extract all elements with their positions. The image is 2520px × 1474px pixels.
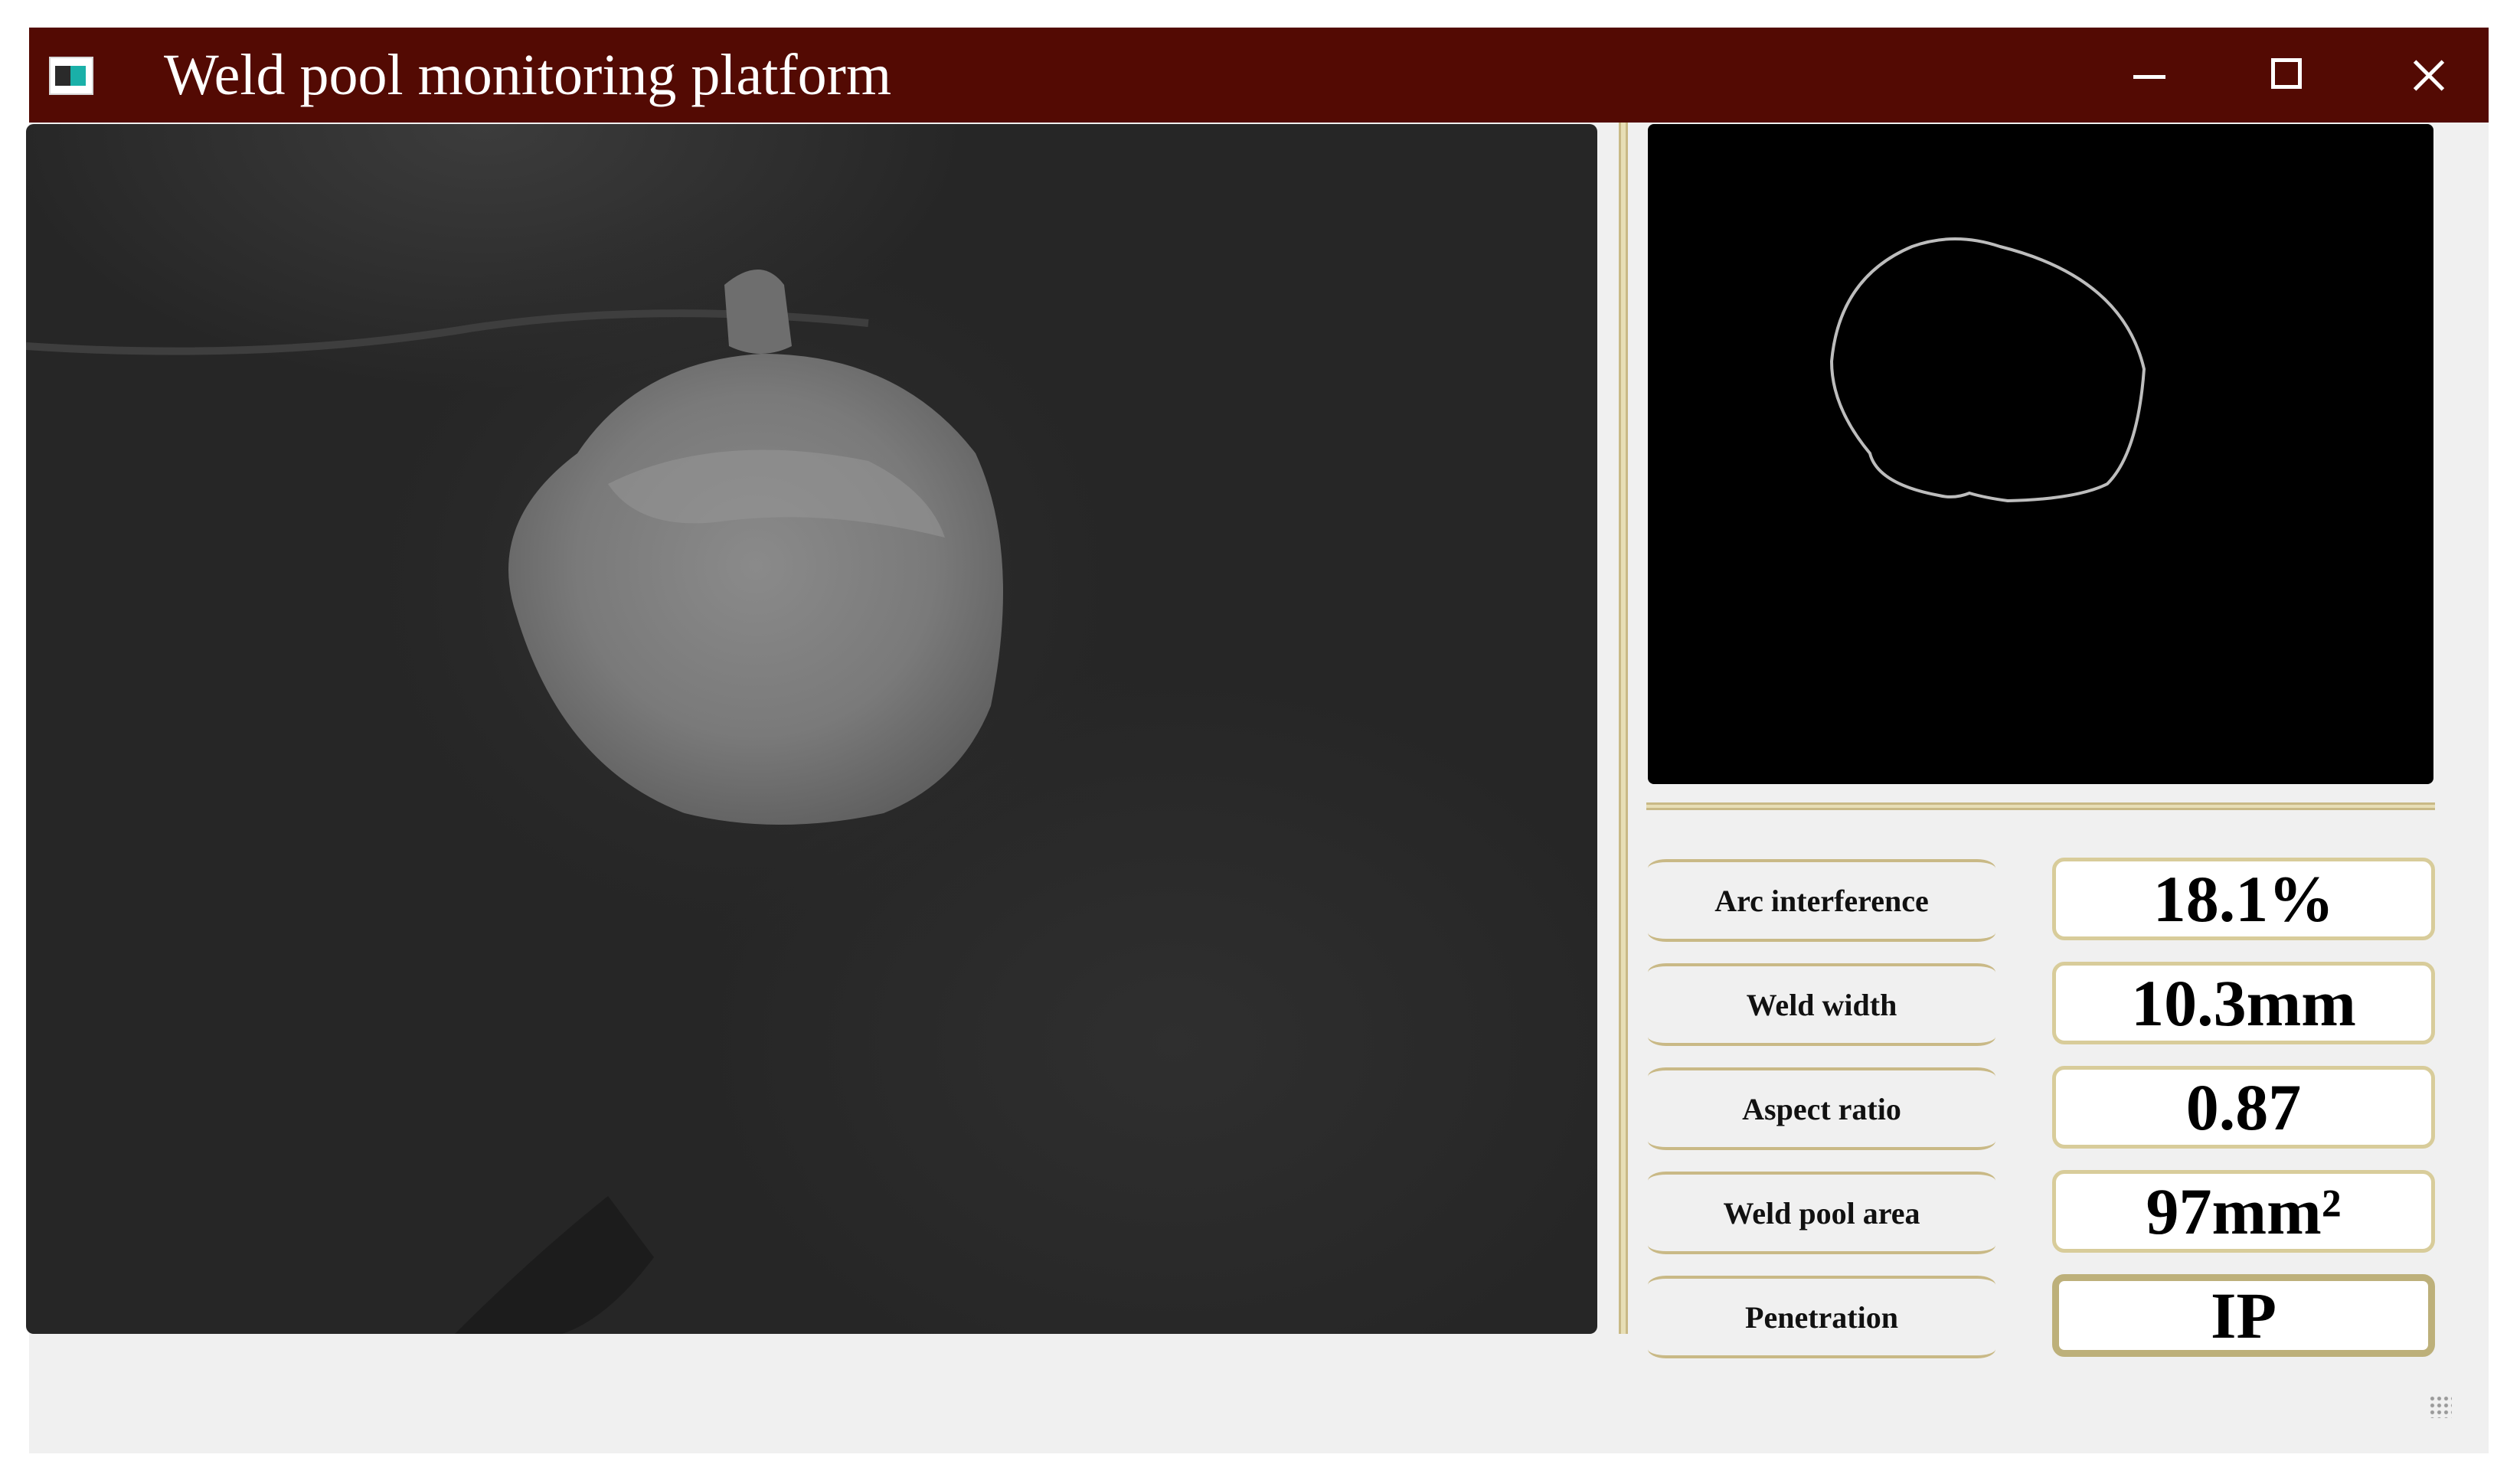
horizontal-splitter[interactable] — [1646, 802, 2435, 810]
camera-image-view — [26, 124, 1597, 1334]
metric-value-weld-pool-area: 97mm² — [2052, 1170, 2435, 1253]
app-icon[interactable] — [49, 57, 93, 95]
contour-image-view — [1648, 124, 2433, 784]
close-icon — [2380, 44, 2472, 106]
metric-label-penetration: Penetration — [1648, 1276, 1995, 1358]
metric-label-aspect-ratio: Aspect ratio — [1648, 1067, 1995, 1150]
close-button[interactable] — [2380, 44, 2472, 106]
metric-label-weld-pool-area: Weld pool area — [1648, 1172, 1995, 1254]
vertical-splitter[interactable] — [1619, 123, 1628, 1334]
weld-pool-camera-image — [26, 185, 1175, 1334]
metric-value-weld-width: 10.3mm — [2052, 962, 2435, 1044]
weld-pool-contour — [1829, 237, 2146, 503]
metric-label-weld-width: Weld width — [1648, 963, 1995, 1046]
minimize-icon — [2133, 75, 2165, 79]
maximize-icon — [2271, 58, 2302, 89]
metric-value-aspect-ratio: 0.87 — [2052, 1066, 2435, 1149]
window-title: Weld pool monitoring platform — [164, 43, 892, 107]
metric-value-arc-interference: 18.1% — [2052, 858, 2435, 940]
title-bar[interactable]: Weld pool monitoring platform — [29, 28, 2489, 123]
resize-grip-icon[interactable] — [2429, 1395, 2452, 1418]
metric-value-penetration: IP — [2052, 1274, 2435, 1357]
minimize-button[interactable] — [2103, 44, 2195, 106]
maximize-button[interactable] — [2241, 44, 2332, 106]
metric-label-arc-interference: Arc interference — [1648, 859, 1995, 942]
